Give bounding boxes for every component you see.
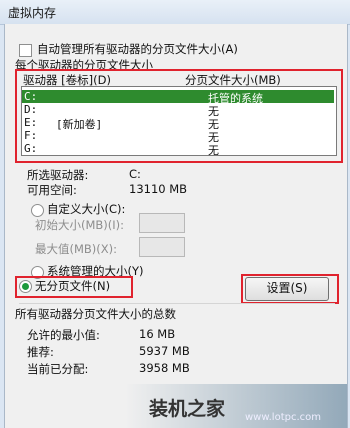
drive-letter: C: — [24, 90, 38, 103]
free-space-value: 13110 MB — [129, 182, 188, 196]
selected-drive-value: C: — [129, 167, 141, 181]
drive-row-f[interactable]: F: 无 — [22, 129, 334, 144]
free-space-label: 可用空间: — [27, 183, 77, 197]
virtual-memory-dialog: 自动管理所有驱动器的分页文件大小(A) 每个驱动器的分页文件大小 驱动器 [卷标… — [4, 24, 348, 428]
auto-manage-checkbox[interactable] — [19, 44, 32, 57]
recommended-value: 5937 MB — [139, 344, 190, 358]
max-size-input[interactable] — [139, 237, 185, 257]
recommended-label: 推荐: — [27, 345, 54, 359]
currently-allocated-label: 当前已分配: — [27, 362, 89, 376]
drive-paging-size: 无 — [208, 144, 219, 157]
drive-row-e[interactable]: E: [新加卷] 无 — [22, 116, 334, 131]
currently-allocated-value: 3958 MB — [139, 361, 190, 375]
watermark-url: www.lotpc.com — [245, 412, 321, 423]
min-allowed-label: 允许的最小值: — [27, 328, 100, 342]
drive-letter: G: — [24, 142, 38, 155]
drive-letter: D: — [24, 103, 38, 116]
no-paging-radio[interactable] — [19, 280, 32, 293]
drive-row-g[interactable]: G: 无 — [22, 142, 334, 157]
initial-size-label: 初始大小(MB)(I): — [35, 218, 125, 232]
totals-title: 所有驱动器分页文件大小的总数 — [15, 307, 176, 321]
drive-letter: E: — [24, 116, 38, 129]
min-allowed-value: 16 MB — [139, 327, 176, 341]
set-button[interactable]: 设置(S) — [245, 277, 329, 301]
auto-manage-label: 自动管理所有驱动器的分页文件大小(A) — [37, 42, 238, 56]
group-divider — [19, 303, 335, 304]
no-paging-label: 无分页文件(N) — [35, 279, 111, 293]
drive-row-c[interactable]: C: 托管的系统 — [22, 90, 334, 105]
watermark-brand: 装机之家 — [149, 398, 226, 420]
max-size-label: 最大值(MB)(X): — [35, 242, 118, 256]
watermark: 装机之家 www.lotpc.com — [125, 384, 347, 428]
drive-row-d[interactable]: D: 无 — [22, 103, 334, 118]
custom-size-radio[interactable] — [31, 204, 44, 217]
selected-drive-label: 所选驱动器: — [27, 168, 89, 182]
title-bar: 虚拟内存 — [0, 0, 350, 25]
window-title: 虚拟内存 — [8, 6, 57, 20]
custom-size-label: 自定义大小(C): — [47, 202, 126, 216]
initial-size-input[interactable] — [139, 213, 185, 233]
drives-list[interactable]: C: 托管的系统 D: 无 E: [新加卷] 无 F: 无 G: 无 — [21, 86, 337, 157]
drive-letter: F: — [24, 129, 38, 142]
